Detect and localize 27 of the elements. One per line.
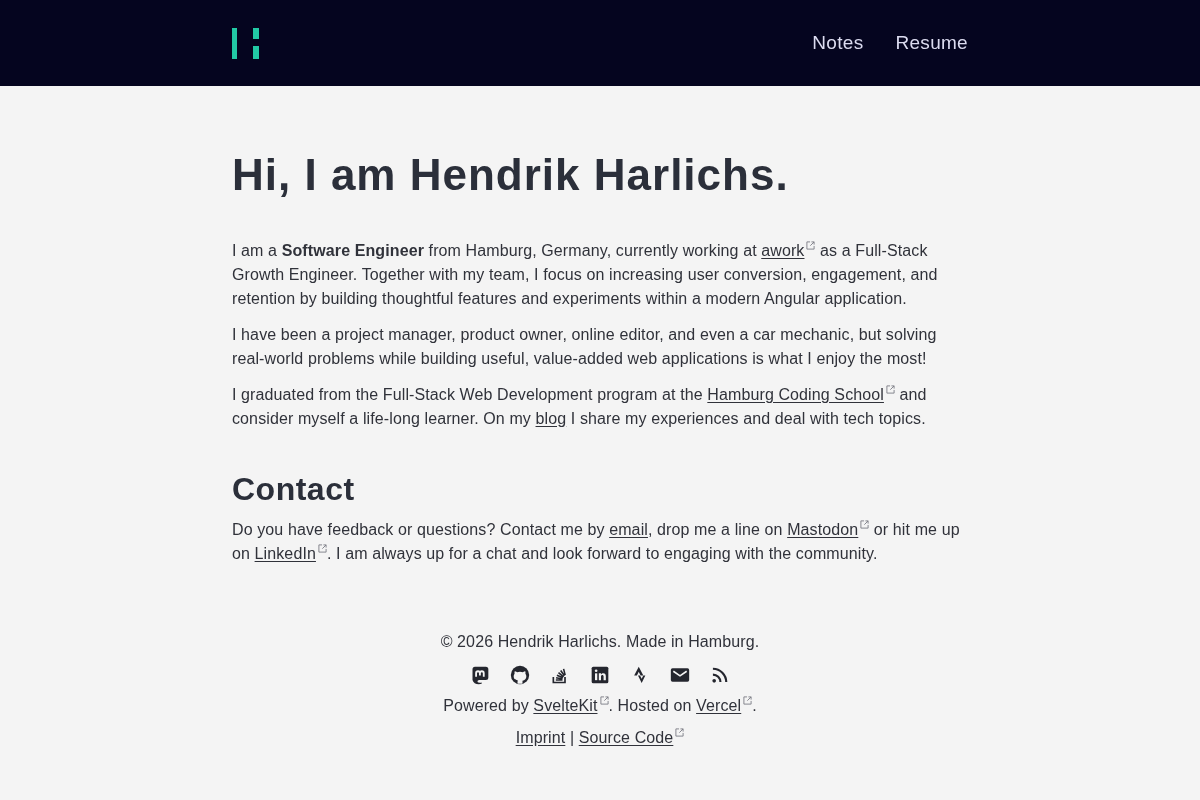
mail-icon[interactable] <box>670 665 690 685</box>
intro-paragraph: I have been a project manager, product owner, online editor, and even a car mechanic, but solving real-world problems while building useful, value-added web applications is what I enjoy the most! <box>232 325 938 369</box>
speech-bubble-icon[interactable] <box>470 665 490 685</box>
copyright-text: © 2026 Hendrik Harlichs. Made in Hamburg. <box>440 632 760 652</box>
text-link[interactable]: SvelteKit <box>533 697 609 714</box>
nav-link-item[interactable]: Resume <box>895 31 968 55</box>
text-link[interactable]: awork <box>761 242 816 259</box>
footer-text: Powered by SvelteKit . Hosted on Vercel . <box>443 695 757 716</box>
footer-text: Imprint | Source Code <box>515 726 685 750</box>
contact-paragraph: Do you have feedback or questions? Contact me by email, drop me a line on Mastodon or hit me up on LinkedIn . I am always up for a chat and look forward to engaging with the community. <box>232 519 961 564</box>
text-link[interactable]: Source Code <box>578 729 685 746</box>
intro-paragraph: I graduated from the Full-Stack Web Development program at the Hamburg Coding School and consider myself a life-long learner. On my blog I share my experiences and deal with tech topics. <box>232 384 928 429</box>
intro-paragraph: I am a Software Engineer from Hamburg, Germany, currently working at awork as a Full-Stack Growth Engineer. Together with my team, I focus on increasing user conversion, engagement, and retention by building thoughtful features and experiments within a modern Angular application. <box>232 240 939 309</box>
text-link[interactable]: Imprint <box>515 729 566 746</box>
page-heading: Hi, I am Hendrik Harlichs. <box>232 151 790 199</box>
text-link[interactable]: Mastodon <box>787 521 870 538</box>
in-square-icon[interactable] <box>590 665 610 685</box>
cat-icon[interactable] <box>510 665 530 685</box>
nav-link-item[interactable]: Notes <box>812 31 864 55</box>
text-link[interactable]: Hamburg Coding School <box>707 386 895 403</box>
text-link[interactable]: Vercel <box>696 697 753 714</box>
text-link[interactable]: email <box>609 521 648 538</box>
section-heading: Contact <box>232 471 356 507</box>
text-link[interactable]: LinkedIn <box>254 545 327 562</box>
rss-icon[interactable] <box>710 665 730 685</box>
logo-icon[interactable] <box>232 27 259 59</box>
text-link[interactable]: blog <box>535 410 567 427</box>
